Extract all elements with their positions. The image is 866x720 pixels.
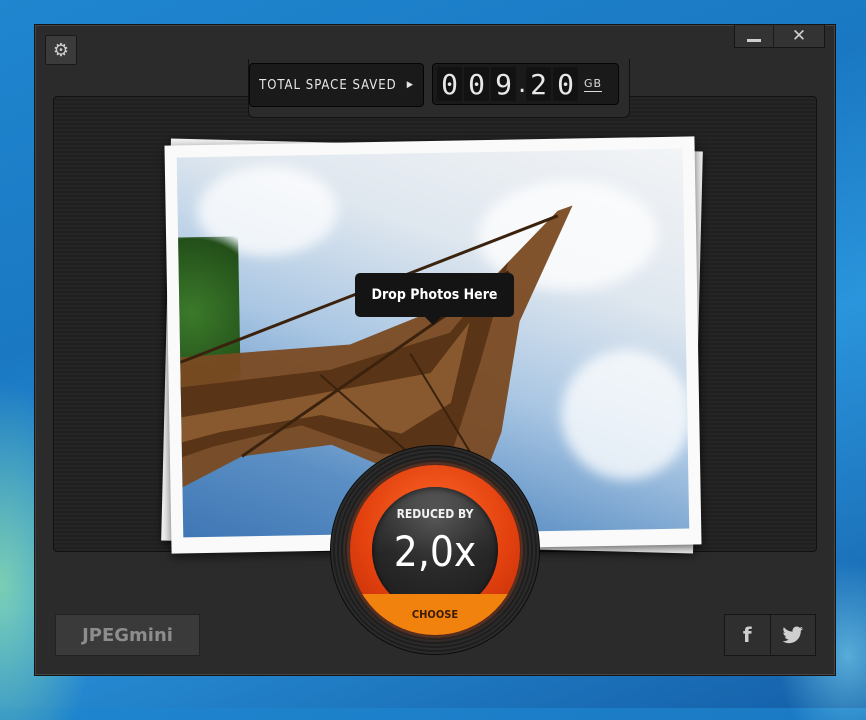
minimize-button[interactable] (735, 25, 773, 47)
total-space-saved-label: TOTAL SPACE SAVED (259, 77, 397, 93)
gear-icon: ⚙ (52, 39, 70, 61)
close-icon: ✕ (791, 26, 807, 46)
counter-digit: 0 (464, 67, 489, 101)
counter-unit: GB (584, 76, 603, 92)
counter-digit: 0 (553, 67, 578, 101)
play-icon: ▶ (406, 80, 414, 90)
reduction-dial: REDUCED BY 2,0x CHOOSE (330, 445, 540, 655)
twitter-icon (782, 626, 803, 644)
social-share-bar: f (724, 614, 816, 656)
jpegmini-window: ⚙ ✕ TOTAL SPACE SAVED ▶ 0 0 9 . 2 0 GB D… (34, 24, 836, 676)
total-space-saved-button[interactable]: TOTAL SPACE SAVED ▶ (249, 63, 424, 107)
space-saved-counter: 0 0 9 . 2 0 GB (432, 63, 619, 105)
facebook-button[interactable]: f (725, 615, 770, 655)
close-button[interactable]: ✕ (773, 25, 824, 47)
counter-digit: 2 (526, 67, 551, 101)
counter-digit: 9 (491, 67, 516, 101)
choose-button[interactable]: CHOOSE (350, 594, 520, 635)
drop-photos-label: Drop Photos Here (371, 287, 498, 303)
facebook-icon: f (742, 623, 752, 647)
jpegmini-logo: JPEGmini (55, 614, 200, 656)
drop-photos-tooltip: Drop Photos Here (355, 273, 514, 325)
reduced-by-label: REDUCED BY (396, 507, 474, 521)
reduced-by-value: 2,0x (393, 527, 477, 576)
settings-button[interactable]: ⚙ (45, 35, 77, 65)
counter-digit: 0 (437, 67, 462, 101)
twitter-button[interactable] (769, 615, 816, 655)
choose-label: CHOOSE (411, 608, 459, 621)
counter-separator: . (518, 69, 527, 99)
window-controls: ✕ (734, 25, 825, 48)
logo-text: JPEGmini (82, 624, 173, 646)
minimize-icon (747, 38, 761, 42)
